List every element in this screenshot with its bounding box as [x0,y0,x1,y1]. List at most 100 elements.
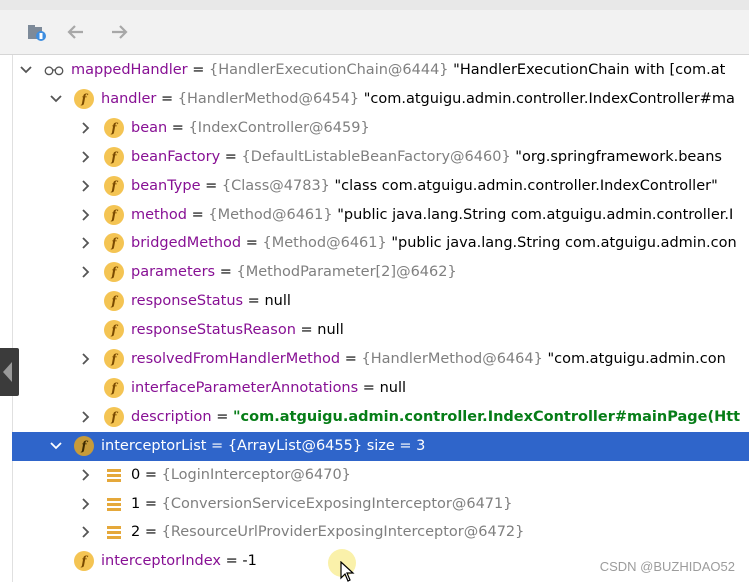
variable-name: interfaceParameterAnnotations [131,379,359,396]
array-element-icon [107,497,121,511]
tree-row-bean[interactable]: f bean = {IndexController@6459} [12,114,749,143]
variable-value: null [264,293,291,310]
equals-sign: = [140,495,162,512]
tree-row-responseStatusReason[interactable]: f responseStatusReason = null [12,316,749,345]
variable-name: bean [131,119,168,136]
variable-value: "HandlerExecutionChain with [com.at [453,62,726,78]
field-icon: f [104,320,124,341]
variable-name: bridgedMethod [131,235,242,252]
object-reference: {MethodParameter[2]@6462} [236,264,457,281]
forward-arrow-icon [112,25,128,39]
chevron-right-icon[interactable] [78,264,94,280]
tree-row-description[interactable]: f description = "com.atguigu.admin.contro… [12,403,749,432]
variable-name: responseStatusReason [131,322,296,339]
array-element-icon [107,526,121,540]
chevron-right-icon[interactable] [78,496,94,512]
object-reference: {Class@4783} [221,177,335,194]
chevron-down-icon[interactable] [48,91,64,107]
variable-name: beanFactory [131,148,221,165]
tree-row-interceptorList[interactable]: f interceptorList = {ArrayList@6455} size… [12,431,749,461]
equals-sign: = [206,437,228,454]
object-reference: {IndexController@6459} [188,119,370,136]
tree-row-label: responseStatusReason = null [131,321,344,340]
tree-row-label: interceptorList = {ArrayList@6455} size … [101,437,425,456]
equals-sign: = [358,379,380,396]
object-reference: {HandlerMethod@6454} [177,90,364,107]
variable-name: interceptorIndex [101,553,222,570]
tree-row-label: handler = {HandlerMethod@6454} "com.atgu… [101,90,735,109]
debugger-toolbar [0,10,749,55]
object-reference: {HandlerMethod@6464} [361,351,548,367]
field-icon: f [104,291,124,312]
tree-row-label: 2 = {ResourceUrlProviderExposingIntercep… [131,523,524,542]
tree-row-label: 1 = {ConversionServiceExposingIntercepto… [131,495,512,514]
variable-name: interceptorList [101,437,207,454]
restore-layout-button[interactable] [24,19,50,45]
tree-row-parameters[interactable]: f parameters = {MethodParameter[2]@6462} [12,258,749,287]
variable-name: parameters [131,264,216,281]
watch-glasses-icon [44,66,64,76]
variable-value: size = 3 [366,437,426,454]
tree-row-0[interactable]: 0 = {LoginInterceptor@6470} [12,461,749,490]
equals-sign: = [200,177,222,194]
tree-row-beanType[interactable]: f beanType = {Class@4783} "class com.atgu… [12,172,749,201]
chevron-right-icon[interactable] [78,351,94,367]
variable-value: null [317,322,344,339]
mouse-cursor-icon [340,561,355,582]
back-arrow-icon [67,25,83,39]
equals-sign: = [187,206,209,223]
chevron-right-icon[interactable] [78,524,94,540]
tree-row-1[interactable]: 1 = {ConversionServiceExposingIntercepto… [12,490,749,519]
equals-sign: = [243,293,265,310]
variable-name: handler [101,90,157,107]
variable-name: 2 [131,524,141,541]
tree-row-label: method = {Method@6461} "public java.lang… [131,206,733,225]
tree-row-responseStatus[interactable]: f responseStatus = null [12,287,749,316]
chevron-right-icon[interactable] [78,120,94,136]
tree-row-label: beanFactory = {DefaultListableBeanFactor… [131,148,722,167]
equals-sign: = [211,408,233,425]
tree-row-label: beanType = {Class@4783} "class com.atgui… [131,177,718,196]
tree-row-label: interceptorIndex = -1 [101,552,257,571]
watermark: CSDN @BUZHIDAO52 [599,559,735,574]
tree-row-mappedHandler[interactable]: mappedHandler = {HandlerExecutionChain@6… [12,56,749,85]
chevron-down-icon[interactable] [48,438,64,454]
object-reference: {ArrayList@6455} [227,437,367,454]
variable-value: -1 [242,553,257,570]
tree-row-bridgedMethod[interactable]: f bridgedMethod = {Method@6461} "public j… [12,229,749,258]
chevron-right-icon[interactable] [78,178,94,194]
chevron-right-icon[interactable] [78,207,94,223]
field-icon: f [74,435,94,456]
chevron-right-icon[interactable] [78,467,94,483]
object-reference: {LoginInterceptor@6470} [161,466,351,483]
equals-sign: = [156,90,178,107]
tree-row-label: responseStatus = null [131,292,291,311]
chevron-right-icon[interactable] [78,235,94,251]
tree-row-beanFactory[interactable]: f beanFactory = {DefaultListableBeanFacto… [12,143,749,172]
chevron-down-icon[interactable] [18,62,34,78]
equals-sign: = [220,148,242,165]
variable-value: "org.springframework.beans [515,148,722,165]
tree-row-interfaceParameterAnnotations[interactable]: f interfaceParameterAnnotations = null [12,374,749,403]
variable-name: method [131,206,187,223]
back-button[interactable] [63,19,89,45]
object-reference: {DefaultListableBeanFactory@6460} [241,148,516,165]
equals-sign: = [221,553,243,570]
tree-row-label: 0 = {LoginInterceptor@6470} [131,466,351,485]
equals-sign: = [340,351,362,367]
tree-row-resolvedFromHandlerMethod[interactable]: f resolvedFromHandlerMethod = {HandlerMet… [12,345,749,374]
variable-value: "com.atguigu.admin.controller.IndexContr… [233,408,741,425]
equals-sign: = [215,264,237,281]
variable-name: description [131,408,212,425]
chevron-right-icon[interactable] [78,149,94,165]
tree-row-2[interactable]: 2 = {ResourceUrlProviderExposingIntercep… [12,518,749,547]
object-reference: {Method@6461} [208,206,338,223]
tree-row-handler[interactable]: f handler = {HandlerMethod@6454} "com.atg… [12,85,749,114]
tree-row-method[interactable]: f method = {Method@6461} "public java.lan… [12,201,749,230]
forward-button[interactable] [106,19,132,45]
variable-value: "public java.lang.String com.atguigu.adm… [391,235,737,252]
tree-row-label: bridgedMethod = {Method@6461} "public ja… [131,234,737,253]
field-icon: f [104,204,124,225]
chevron-right-icon[interactable] [78,409,94,425]
tree-row-label: bean = {IndexController@6459} [131,119,370,138]
